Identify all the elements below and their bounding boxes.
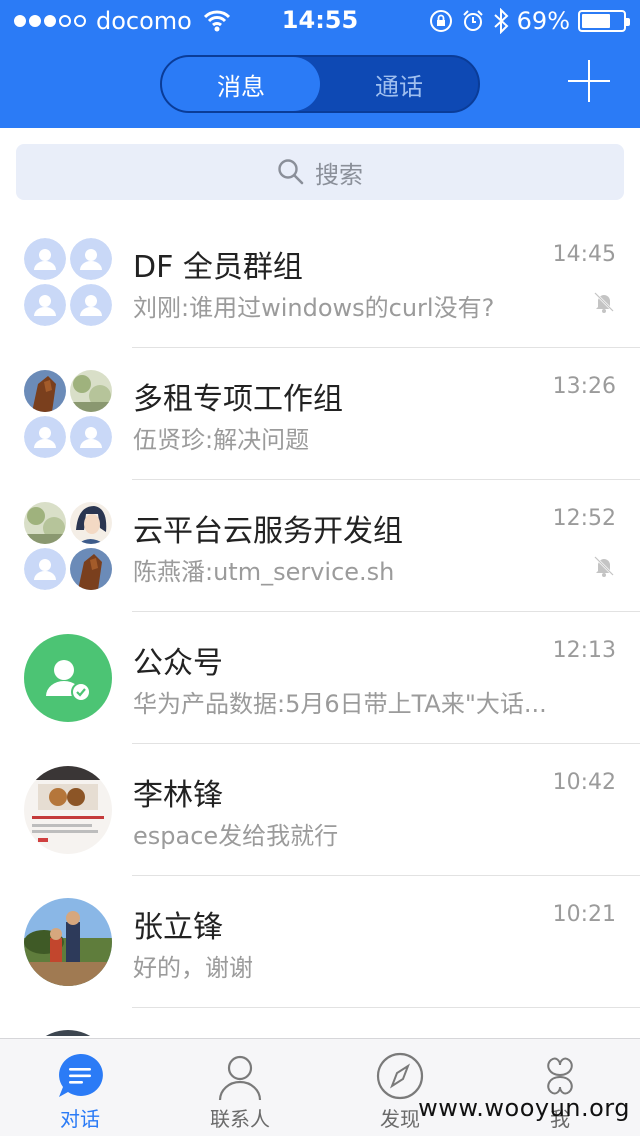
bluetooth-icon <box>493 8 509 34</box>
member-avatar-placeholder-icon <box>24 238 66 280</box>
conversation-name: 公众号 <box>133 646 223 681</box>
conversation-name: 李林锋 <box>133 778 223 813</box>
conversation-row[interactable]: 云平台云服务开发组 12:52 陈燕潘:utm_service.sh <box>0 480 640 612</box>
tab-chats[interactable]: 对话 <box>0 1039 160 1136</box>
member-photo-horse <box>24 370 66 412</box>
conversation-time: 10:42 <box>552 770 616 795</box>
contact-photo-outdoor <box>24 898 112 986</box>
status-bar: docomo 14:55 69% <box>0 0 640 40</box>
muted-bell-icon <box>594 556 614 577</box>
search-icon <box>278 159 304 185</box>
conversation-name: 云平台云服务开发组 <box>133 514 403 549</box>
member-avatar-placeholder-icon <box>70 284 112 326</box>
header: docomo 14:55 69% 消息 通话 <box>0 0 640 128</box>
tab-label: 联系人 <box>210 1107 270 1131</box>
conversation-row[interactable]: DF 全员群组 14:45 刘刚:谁用过windows的curl没有? <box>0 216 640 348</box>
group-avatar <box>24 502 112 590</box>
member-avatar-placeholder-icon <box>70 238 112 280</box>
contact-photo-document <box>24 766 112 854</box>
member-photo-horse <box>70 548 112 590</box>
person-icon <box>218 1055 262 1101</box>
conversation-preview: 陈燕潘:utm_service.sh <box>133 558 395 586</box>
member-photo-landscape <box>24 502 66 544</box>
conversation-row[interactable]: 多租专项工作组 13:26 伍贤珍:解决问题 <box>0 348 640 480</box>
member-photo-landscape <box>70 370 112 412</box>
member-avatar-placeholder-icon <box>70 416 112 458</box>
conversation-time: 10:21 <box>552 902 616 927</box>
muted-bell-icon <box>594 292 614 313</box>
alarm-icon <box>462 10 483 31</box>
conversation-row[interactable]: 公众号 12:13 华为产品数据:5月6日带上TA来"大话... <box>0 612 640 744</box>
conversation-row[interactable]: 李林锋 10:42 espace发给我就行 <box>0 744 640 876</box>
tab-messages[interactable]: 消息 <box>162 57 320 111</box>
battery-level <box>582 14 610 28</box>
conversation-time: 12:13 <box>552 638 616 663</box>
conversation-preview: 华为产品数据:5月6日带上TA来"大话... <box>133 690 547 718</box>
status-right: 69% <box>429 6 630 36</box>
conversation-preview: 刘刚:谁用过windows的curl没有? <box>133 294 495 322</box>
conversation-preview: 伍贤珍:解决问题 <box>133 426 310 454</box>
conversation-list: DF 全员群组 14:45 刘刚:谁用过windows的curl没有? 多租专项… <box>0 216 640 1036</box>
conversation-name: 张立锋 <box>133 910 223 945</box>
tab-contacts[interactable]: 联系人 <box>160 1039 320 1136</box>
message-call-segmented-control: 消息 通话 <box>160 55 480 113</box>
plus-icon[interactable] <box>568 60 610 102</box>
conversation-name: 多租专项工作组 <box>133 382 343 417</box>
watermark-text: www.wooyun.org <box>418 1094 630 1122</box>
conversation-preview: espace发给我就行 <box>133 822 339 850</box>
search-placeholder: 搜索 <box>315 160 363 189</box>
rotation-lock-icon <box>429 10 452 32</box>
conversation-time: 14:45 <box>552 242 616 267</box>
group-avatar <box>24 370 112 458</box>
group-avatar <box>24 238 112 326</box>
battery-icon <box>578 10 630 32</box>
member-photo-anime <box>70 502 112 544</box>
official-account-icon <box>24 634 112 722</box>
tab-calls[interactable]: 通话 <box>320 57 478 111</box>
chat-bubble-icon <box>59 1053 103 1097</box>
conversation-preview: 好的，谢谢 <box>133 954 253 982</box>
search-bar[interactable]: 搜索 <box>16 144 624 200</box>
tab-label: 对话 <box>60 1107 100 1131</box>
member-avatar-placeholder-icon <box>24 416 66 458</box>
battery-percent: 69% <box>516 7 570 35</box>
conversation-time: 12:52 <box>552 506 616 531</box>
conversation-time: 13:26 <box>552 374 616 399</box>
member-avatar-placeholder-icon <box>24 548 66 590</box>
member-avatar-placeholder-icon <box>24 284 66 326</box>
conversation-name: DF 全员群组 <box>133 250 303 285</box>
contact-photo-partial <box>45 1030 91 1036</box>
conversation-row[interactable]: 张立锋 10:21 好的，谢谢 <box>0 876 640 1008</box>
conversation-row[interactable] <box>0 1008 640 1036</box>
